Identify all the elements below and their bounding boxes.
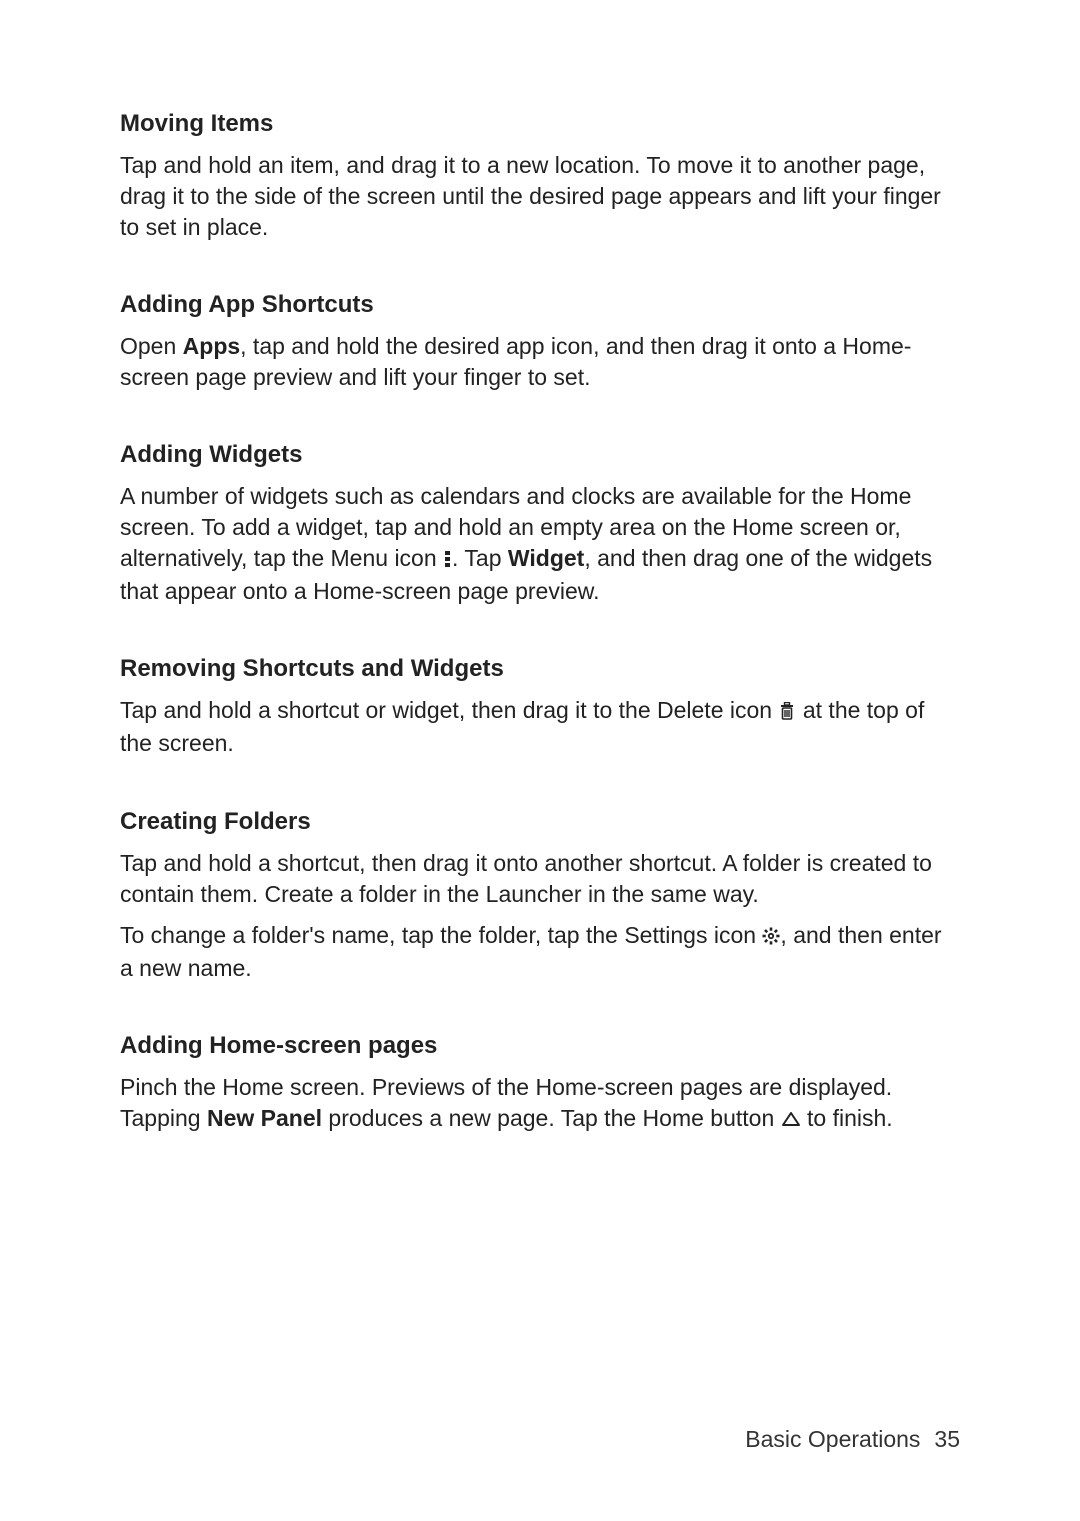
- trash-icon: [778, 697, 796, 728]
- document-page: Moving Items Tap and hold an item, and d…: [0, 0, 1080, 1521]
- paragraph: Open Apps, tap and hold the desired app …: [120, 331, 960, 393]
- text-run: produces a new page. Tap the Home button: [322, 1105, 781, 1131]
- heading-adding-home-pages: Adding Home-screen pages: [120, 1032, 960, 1060]
- paragraph: Tap and hold an item, and drag it to a n…: [120, 150, 960, 243]
- section-creating-folders: Creating Folders Tap and hold a shortcut…: [120, 808, 960, 984]
- section-adding-widgets: Adding Widgets A number of widgets such …: [120, 441, 960, 607]
- section-adding-app-shortcuts: Adding App Shortcuts Open Apps, tap and …: [120, 291, 960, 393]
- bold-widget: Widget: [508, 545, 584, 571]
- section-adding-home-pages: Adding Home-screen pages Pinch the Home …: [120, 1032, 960, 1136]
- footer-chapter: Basic Operations: [745, 1426, 920, 1452]
- heading-creating-folders: Creating Folders: [120, 808, 960, 836]
- home-icon: [781, 1105, 801, 1136]
- paragraph: Tap and hold a shortcut or widget, then …: [120, 695, 960, 759]
- page-footer: Basic Operations 35: [745, 1426, 960, 1453]
- paragraph: Tap and hold a shortcut, then drag it on…: [120, 848, 960, 910]
- bold-apps: Apps: [183, 333, 241, 359]
- menu-icon: [443, 545, 452, 576]
- heading-removing-shortcuts: Removing Shortcuts and Widgets: [120, 655, 960, 683]
- paragraph: To change a folder's name, tap the folde…: [120, 920, 960, 984]
- text-run: . Tap: [452, 545, 508, 571]
- text-run: to finish.: [801, 1105, 893, 1131]
- text-run: Open: [120, 333, 183, 359]
- page-number: 35: [934, 1426, 960, 1452]
- section-moving-items: Moving Items Tap and hold an item, and d…: [120, 110, 960, 243]
- heading-adding-widgets: Adding Widgets: [120, 441, 960, 469]
- section-removing-shortcuts: Removing Shortcuts and Widgets Tap and h…: [120, 655, 960, 759]
- text-run: To change a folder's name, tap the folde…: [120, 922, 762, 948]
- bold-new-panel: New Panel: [207, 1105, 322, 1131]
- paragraph: Pinch the Home screen. Previews of the H…: [120, 1072, 960, 1136]
- paragraph: A number of widgets such as calendars an…: [120, 481, 960, 607]
- heading-moving-items: Moving Items: [120, 110, 960, 138]
- heading-adding-app-shortcuts: Adding App Shortcuts: [120, 291, 960, 319]
- text-run: Tap and hold a shortcut or widget, then …: [120, 697, 778, 723]
- settings-icon: [762, 922, 780, 953]
